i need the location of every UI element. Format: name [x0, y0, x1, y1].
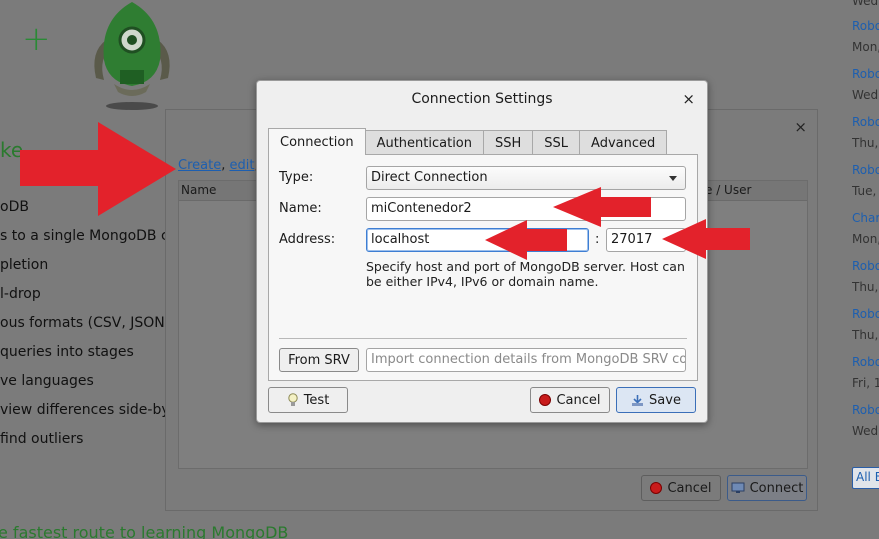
- save-button[interactable]: Save: [616, 387, 696, 413]
- feed-date: Tue,: [852, 184, 877, 198]
- tab-bar: Connection Authentication SSH SSL Advanc…: [268, 128, 668, 155]
- feed-date: Thu,: [852, 136, 879, 150]
- save-icon: [632, 394, 644, 406]
- cancel-label: Cancel: [667, 480, 712, 496]
- from-srv-button[interactable]: From SRV: [279, 348, 359, 372]
- name-input[interactable]: miContenedor2: [366, 197, 686, 221]
- monitor-icon: [731, 482, 745, 493]
- srv-input-placeholder: Import connection details from MongoDB S…: [371, 352, 686, 367]
- column-header-user[interactable]: e / User: [705, 183, 751, 197]
- chevron-down-icon: [669, 176, 677, 181]
- feature-item: oDB: [0, 199, 29, 215]
- add-connection-plus-icon[interactable]: +: [22, 22, 51, 56]
- cancel-button[interactable]: Cancel: [530, 387, 610, 413]
- blog-feed: Wed Robo Mon, Robo Wed Robo Thu, Robo Tu…: [852, 0, 879, 460]
- address-label: Address:: [279, 232, 336, 247]
- type-label: Type:: [279, 170, 314, 185]
- tab-connection[interactable]: Connection: [268, 128, 366, 155]
- port-input[interactable]: 27017: [606, 228, 686, 252]
- welcome-heading-fragment: ke: [0, 138, 24, 162]
- feature-item: view differences side-by: [0, 402, 170, 418]
- cancel-icon: [539, 394, 552, 406]
- feed-link[interactable]: Robo: [852, 163, 879, 177]
- robo3t-logo-icon: [94, 2, 170, 110]
- column-header-name[interactable]: Name: [181, 183, 216, 197]
- connection-tab-panel: Type: Direct Connection Name: miContened…: [268, 154, 698, 381]
- connect-label: Connect: [749, 480, 804, 496]
- type-select[interactable]: Direct Connection: [366, 166, 686, 190]
- tab-ssl[interactable]: SSL: [532, 130, 581, 155]
- tab-authentication[interactable]: Authentication: [364, 130, 484, 155]
- close-icon[interactable]: ×: [794, 118, 807, 136]
- test-button[interactable]: Test: [268, 387, 348, 413]
- create-link[interactable]: Create: [178, 158, 221, 173]
- tab-ssh[interactable]: SSH: [483, 130, 534, 155]
- connection-settings-dialog: Connection Settings × Connection Authent…: [256, 80, 708, 423]
- feature-item: ous formats (CSV, JSON,: [0, 315, 170, 331]
- feature-item: l-drop: [0, 286, 41, 302]
- learning-tagline-link[interactable]: e fastest route to learning MongoDB: [0, 523, 288, 539]
- save-label: Save: [649, 392, 681, 408]
- host-input[interactable]: localhost: [366, 228, 589, 252]
- feed-link[interactable]: Robo: [852, 67, 879, 81]
- feed-link[interactable]: Robo: [852, 115, 879, 129]
- feed-link[interactable]: Robo: [852, 19, 879, 33]
- feed-date: Wed: [852, 88, 879, 102]
- feed-date: Wed: [852, 0, 879, 8]
- tab-advanced[interactable]: Advanced: [579, 130, 668, 155]
- feed-date: Thu,: [852, 328, 879, 342]
- feed-date: Mon,: [852, 40, 879, 54]
- feed-date: Wed: [852, 424, 879, 438]
- dialog-title: Connection Settings: [411, 91, 553, 107]
- feed-link[interactable]: Robo: [852, 259, 879, 273]
- feature-item: ve languages: [0, 373, 94, 389]
- feature-item: queries into stages: [0, 344, 134, 360]
- lightbulb-icon: [287, 393, 298, 406]
- feed-link[interactable]: Robo: [852, 403, 879, 417]
- feature-item: pletion: [0, 257, 49, 273]
- port-separator: :: [595, 232, 600, 247]
- feed-link[interactable]: Char: [852, 211, 879, 225]
- feed-date: Fri, 1: [852, 376, 879, 390]
- cancel-label: Cancel: [556, 392, 601, 408]
- edit-link[interactable]: edit: [229, 158, 254, 173]
- feed-link[interactable]: Robo: [852, 307, 879, 321]
- feed-date: Thu,: [852, 280, 879, 294]
- address-hint: Specify host and port of MongoDB server.…: [366, 259, 685, 289]
- srv-input[interactable]: Import connection details from MongoDB S…: [366, 348, 686, 372]
- name-label: Name:: [279, 201, 322, 216]
- cancel-button[interactable]: Cancel: [641, 475, 721, 501]
- type-select-value: Direct Connection: [371, 170, 488, 185]
- test-label: Test: [303, 392, 330, 408]
- feed-date: Mon,: [852, 232, 879, 246]
- feature-item: find outliers: [0, 431, 84, 447]
- connect-button[interactable]: Connect: [727, 475, 807, 501]
- all-blog-posts-button[interactable]: All B: [852, 467, 879, 489]
- cancel-icon: [650, 482, 663, 494]
- close-icon[interactable]: ×: [682, 90, 695, 108]
- feature-list: oDB s to a single MongoDB c pletion l-dr…: [0, 198, 170, 459]
- connection-actions: Create, edit, r: [178, 158, 268, 173]
- feed-link[interactable]: Robo: [852, 355, 879, 369]
- divider: [279, 338, 687, 339]
- feature-item: s to a single MongoDB c: [0, 228, 169, 244]
